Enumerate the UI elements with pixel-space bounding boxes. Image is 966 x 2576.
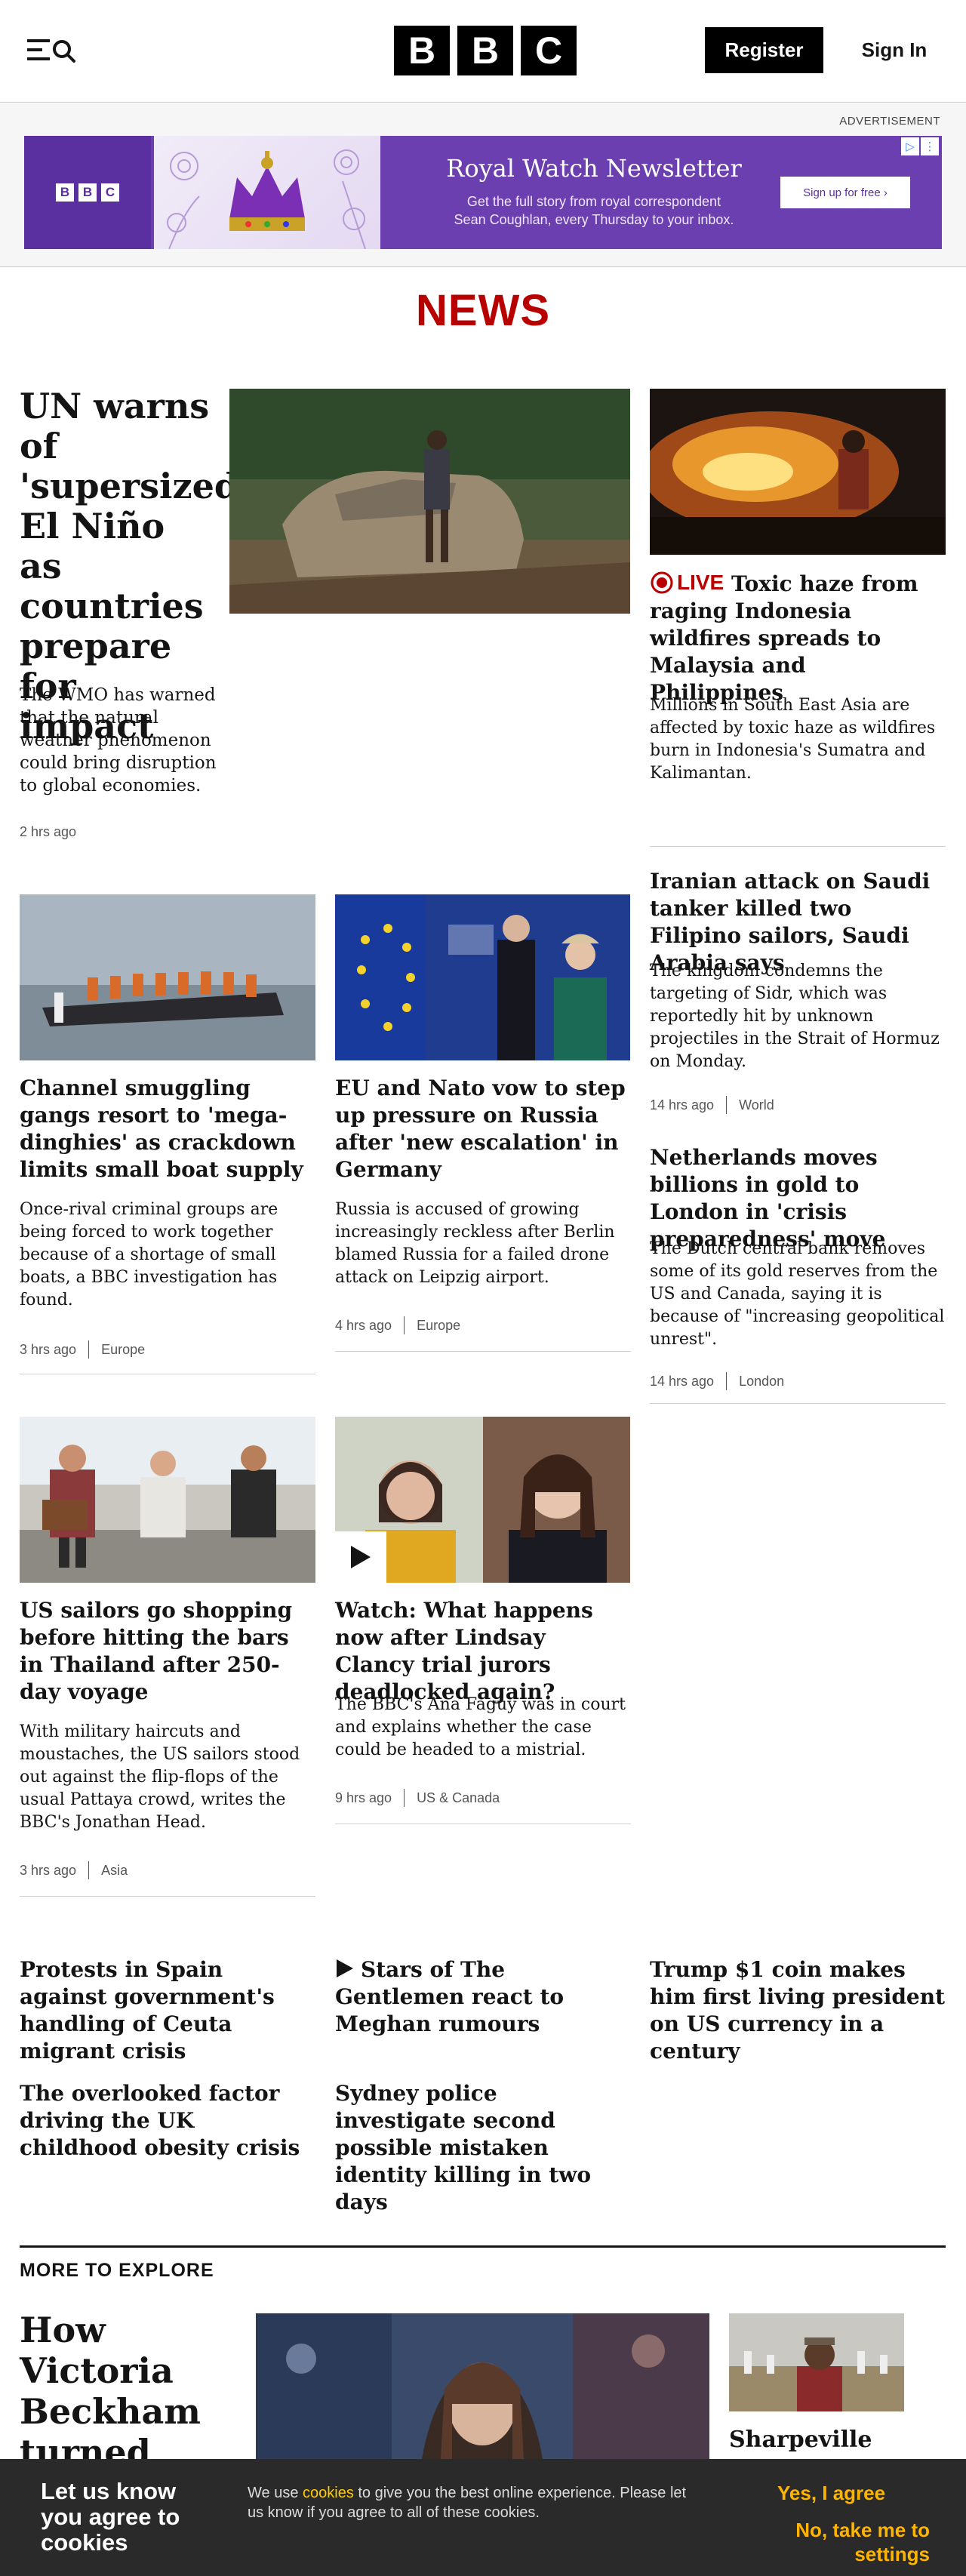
article-meta: 14 hrs ago World: [650, 1096, 774, 1114]
menu-icon: [27, 39, 75, 63]
register-button[interactable]: Register: [705, 27, 823, 73]
ad-choices[interactable]: ▷ ⋮: [901, 137, 939, 155]
article-headline-text[interactable]: Toxic haze from raging Indonesia wildfir…: [650, 571, 918, 705]
ad-subtitle-line: Sean Coughlan, every Thursday to your in…: [454, 212, 734, 227]
bbc-logo[interactable]: B B C: [394, 26, 577, 75]
video-play-icon: [337, 1959, 353, 1977]
article-meta: 9 hrs ago US & Canada: [335, 1789, 500, 1807]
cookie-message: We use cookies to give you the best onli…: [248, 2483, 700, 2522]
article-childhood-obesity[interactable]: The overlooked factor driving the UK chi…: [20, 2080, 315, 2162]
advertisement-area: ADVERTISEMENT B B C Royal Watch Newslett…: [0, 103, 966, 267]
logo-letter: C: [521, 26, 577, 75]
article-gentlemen-meghan[interactable]: Stars of The Gentlemen react to Meghan r…: [335, 1956, 631, 2038]
ad-title: Royal Watch Newsletter: [446, 154, 742, 183]
ad-signup-button[interactable]: Sign up for free ›: [780, 177, 910, 208]
meta-separator: [404, 1316, 405, 1334]
more-to-explore-rule: [20, 2245, 946, 2248]
victoria-beckham-image[interactable]: [256, 2313, 709, 2459]
article-headline[interactable]: Toxic haze from raging Indonesia wildfir…: [650, 571, 946, 706]
us-sailors-image[interactable]: [20, 1417, 315, 1583]
article-meta: 14 hrs ago London: [650, 1372, 784, 1390]
flood-car-image[interactable]: [229, 389, 630, 614]
article-summary: The kingdom condemns the targeting of Si…: [650, 962, 940, 1071]
article-summary: Millions in South East Asia are affected…: [650, 696, 936, 783]
divider: [650, 846, 946, 847]
article-meta: 3 hrs ago Europe: [20, 1340, 145, 1359]
cookie-text-before: We use: [248, 2485, 303, 2501]
article-summary: The BBC's Ana Faguy was in court and exp…: [335, 1695, 626, 1759]
logo-letter: B: [457, 26, 513, 75]
cookie-banner: Let us know you agree to cookies We use …: [0, 2459, 966, 2576]
article-spain-protests[interactable]: Protests in Spain against government's h…: [20, 1956, 315, 2065]
article-time: 4 hrs ago: [335, 1317, 392, 1333]
article-sydney-police[interactable]: Sydney police investigate second possibl…: [335, 2080, 631, 2216]
meta-separator: [88, 1340, 90, 1359]
article-headline-text[interactable]: Stars of The Gentlemen react to Meghan r…: [335, 1957, 564, 2036]
article-headline[interactable]: Channel smuggling gangs resort to 'mega-…: [20, 1075, 315, 1183]
article-headline[interactable]: US sailors go shopping before hitting th…: [20, 1597, 315, 1706]
article-tag[interactable]: World: [739, 1097, 774, 1113]
divider: [20, 1896, 315, 1897]
ad-menu-icon[interactable]: ⋮: [921, 137, 939, 155]
cookies-link[interactable]: cookies: [303, 2485, 354, 2501]
article-headline[interactable]: Netherlands moves billions in gold to Lo…: [650, 1144, 946, 1253]
sign-in-link[interactable]: Sign In: [838, 27, 951, 73]
play-icon: [351, 1546, 371, 1568]
menu-search-button[interactable]: [26, 36, 78, 63]
article-time: 14 hrs ago: [650, 1097, 715, 1113]
article-meta: 3 hrs ago Asia: [20, 1861, 128, 1879]
article-headline[interactable]: Watch: What happens now after Lindsay Cl…: [335, 1597, 631, 1706]
dinghy-image[interactable]: [20, 894, 315, 1060]
ad-subtitle: Get the full story from royal correspond…: [379, 192, 809, 229]
advertisement-label: ADVERTISEMENT: [839, 115, 940, 128]
cookie-agree-button[interactable]: Yes, I agree: [777, 2482, 885, 2505]
meta-separator: [726, 1372, 728, 1390]
article-tag[interactable]: Europe: [417, 1318, 460, 1334]
meta-separator: [404, 1789, 405, 1807]
article-summary: With military haircuts and moustaches, t…: [20, 1722, 300, 1832]
meta-separator: [88, 1861, 90, 1879]
ad-logo-letter: B: [78, 183, 97, 202]
article-time: 3 hrs ago: [20, 1862, 77, 1878]
article-time: 2 hrs ago: [20, 824, 77, 839]
article-summary: Once-rival criminal groups are being for…: [20, 1200, 278, 1310]
ad-choices-icon[interactable]: ▷: [901, 137, 919, 155]
cookie-settings-button[interactable]: No, take me to settings: [749, 2518, 930, 2566]
article-summary: Russia is accused of growing increasingl…: [335, 1200, 615, 1287]
article-tag[interactable]: Europe: [101, 1342, 145, 1358]
sharpeville-image[interactable]: [729, 2313, 904, 2411]
article-meta: 2 hrs ago: [20, 824, 76, 840]
play-button[interactable]: [335, 1531, 386, 1583]
ad-logo-letter: B: [56, 183, 74, 202]
article-time: 9 hrs ago: [335, 1790, 392, 1805]
ad-banner[interactable]: B B C Royal Watch Newsletter Get the ful…: [24, 136, 942, 249]
divider: [335, 1351, 631, 1352]
ad-bbc-logo: B B C: [24, 136, 151, 249]
article-time: 14 hrs ago: [650, 1373, 715, 1389]
ad-subtitle-line: Get the full story from royal correspond…: [466, 194, 721, 209]
article-time: 3 hrs ago: [20, 1341, 77, 1357]
cookie-title: Let us know you agree to cookies: [41, 2478, 180, 2556]
site-header: B B C Register Sign In: [0, 0, 966, 103]
article-summary: The Dutch central bank removes some of i…: [650, 1239, 945, 1349]
meta-separator: [726, 1096, 728, 1114]
clancy-video-thumbnail[interactable]: [335, 1417, 630, 1583]
wildfire-image[interactable]: [650, 389, 946, 555]
eu-nato-image[interactable]: [335, 894, 630, 1060]
section-title[interactable]: NEWS: [0, 285, 966, 336]
article-summary: The WMO has warned that the natural weat…: [20, 685, 217, 796]
article-sharpeville[interactable]: Sharpeville: [729, 2427, 948, 2454]
logo-letter: B: [394, 26, 450, 75]
article-tag[interactable]: US & Canada: [417, 1790, 500, 1806]
article-tag[interactable]: London: [739, 1374, 784, 1390]
divider: [650, 1403, 946, 1404]
article-meta: 4 hrs ago Europe: [335, 1316, 460, 1334]
ad-logo-letter: C: [101, 183, 119, 202]
article-headline[interactable]: EU and Nato vow to step up pressure on R…: [335, 1075, 631, 1183]
more-to-explore-title: MORE TO EXPLORE: [20, 2260, 214, 2281]
article-tag[interactable]: Asia: [101, 1863, 128, 1879]
article-trump-coin[interactable]: Trump $1 coin makes him first living pre…: [650, 1956, 946, 2065]
crown-image: [154, 136, 380, 249]
